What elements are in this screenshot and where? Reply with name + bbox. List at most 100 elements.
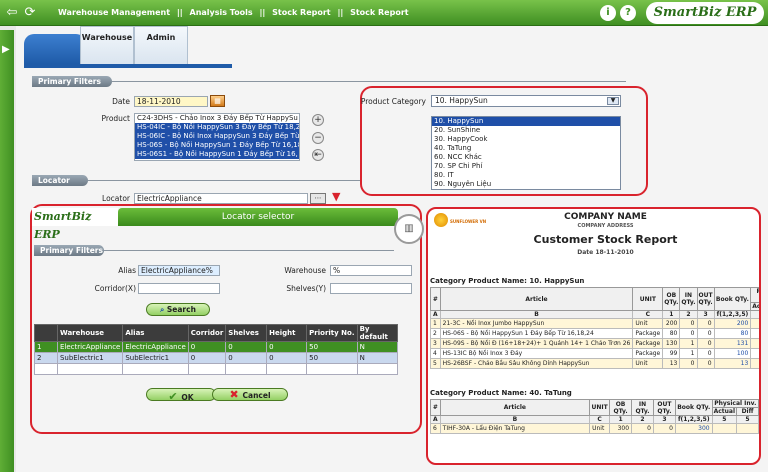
selector-filters-header: Primary Filters [34,245,104,256]
product-label: Product [101,114,130,123]
col-header-corridor[interactable]: Corridor [187,324,227,342]
report-date: Date 18-11-2010 [577,249,634,256]
warehouse-filter-label: Warehouse [284,266,326,275]
alias-input[interactable]: ElectricAppliance% [138,265,220,276]
col-header-alias[interactable]: Alias [122,324,189,342]
list-item[interactable]: 30. HappyCook [432,135,620,144]
company-name: COMPANY NAME [564,212,647,222]
category-heading-2: Category Product Name: 40. TaTung [430,389,572,397]
clear-icon[interactable]: ⇤ [312,149,324,161]
locator-header: Locator [32,175,88,186]
locator-label: Locator [102,194,130,203]
menu-analysis-tools[interactable]: Analysis Tools [190,8,253,17]
shelves-input[interactable] [330,283,412,294]
warehouse-filter-input[interactable]: % [330,265,412,276]
locator-input[interactable]: ElectricAppliance [134,193,308,204]
list-item[interactable]: 20. SunShine [432,126,620,135]
list-item[interactable]: C24-3DHS - Chảo Inox 3 Đáy Bếp Từ HappyS… [135,114,299,123]
list-item[interactable]: 40. TaTung [432,144,620,153]
cell: ElectricAppliance [122,341,189,353]
table-row: 6 TIHF-30A - Lẩu Điện TaTung Unit 300 0 0 300 [430,423,759,434]
list-item[interactable]: HS-04IC - Bộ Nồi HappySun 3 Đáy Bếp Từ 1… [135,123,299,132]
table-row: 5 HS-26BSF - Chảo Bầu Sâu Không Dính Happ… [430,358,759,369]
table-row-empty [34,363,399,375]
table-row: 3 HS-09S - Bộ Nồi Đ (16+18+24)+ 1 Quánh 1… [430,338,759,349]
list-item[interactable]: 90. Nguyên Liệu [432,180,620,189]
cell: N [356,341,399,353]
rp-index-cell: f(1,2,3,5) [713,310,752,319]
product-category-label: Product Category [360,97,426,106]
col-header-height[interactable]: Height [266,324,308,342]
back-icon[interactable]: ⇦ [4,5,20,21]
add-icon[interactable]: + [312,114,324,126]
help-icon[interactable]: ? [620,5,636,21]
col-header-shelves[interactable]: Shelves [225,324,268,342]
table-row: 4 HS-13IC Bộ Nồi Inox 3 Đáy Package 99 1 0 10… [430,348,759,359]
rp-col-header: Physical Inv. [750,287,759,303]
col-header-priority[interactable]: Priority No. [306,324,358,342]
menu-stock-report[interactable]: Stock Report [272,8,331,17]
shelves-label: Shelves(Y) [286,284,326,293]
locator-picker-icon[interactable]: ⋯ [310,193,326,204]
rp-index-cell: 5 [750,310,759,319]
cell: 0 [187,352,227,364]
primary-filters-header: Primary Filters [32,76,112,87]
chevron-down-icon[interactable]: ▼ [607,97,619,105]
cell: 0 [266,352,308,364]
list-item[interactable]: HS-06S - Bộ Nồi HappySun 1 Đáy Bếp Từ 16… [135,141,299,150]
refresh-icon[interactable]: ⟳ [22,5,38,21]
col-header-index [34,324,58,342]
menu-separator: || [259,8,266,17]
close-icon: ✖ [229,388,243,401]
rp-col-header: Book QTy. [713,287,752,311]
table-row[interactable]: 1 ElectricAppliance ElectricAppliance 0 … [34,341,399,353]
product-category-listbox[interactable]: 10. HappySun 20. SunShine 30. HappyCook … [431,116,621,190]
list-item[interactable]: 70. SP Chi Phí [432,162,620,171]
ok-button[interactable]: ✔ OK [146,388,216,403]
search-icon: ⌕ [160,305,167,314]
tab-admin[interactable]: Admin [134,26,188,66]
table-row: 1 21-3C - Nồi Inox Jumbo HappySun Unit 200… [430,318,759,329]
grid-header-row: Warehouse Alias Corridor Shelves Height … [34,324,399,342]
table-row[interactable]: 2 SubElectric1 SubElectric1 0 0 0 50 N [34,352,399,364]
rp-col-header: UNIT [632,287,664,311]
list-item[interactable]: 10. HappySun [432,117,620,126]
sunflower-logo-icon [434,213,448,227]
list-item[interactable]: HS-06IC - Bộ Nồi Inox HappySun 3 Đáy Bếp… [135,132,299,141]
report-table-1: # Article UNIT OB QTy. IN QTy. OUT QTy. … [430,287,759,369]
sidebar-toggle[interactable]: ▶ [0,30,14,472]
section-divider [88,180,360,181]
cell: 0 [266,341,308,353]
product-listbox[interactable]: C24-3DHS - Chảo Inox 3 Đáy Bếp Từ HappyS… [134,113,300,161]
tab-warehouse[interactable]: Warehouse [80,26,134,66]
corridor-label: Corridor(X) [94,284,136,293]
remove-icon[interactable]: − [312,132,324,144]
list-item[interactable]: HS-06S1 - Bộ Nồi HappySun 1 Đáy Bếp Từ 1… [135,150,299,159]
col-header-warehouse[interactable]: Warehouse [56,324,124,342]
arrow-down-icon: ▼ [332,190,341,203]
cell: ElectricAppliance [56,341,124,353]
cancel-button-label: Cancel [242,391,271,400]
rp-index-cell: C [632,310,664,319]
rp-col-header: OUT QTy. [696,287,715,311]
rp-index-cell: A [430,310,441,319]
report-title: Customer Stock Report [533,233,678,246]
info-icon[interactable]: i [600,5,616,21]
chevron-right-icon: ▶ [2,44,10,55]
tab-decoration [24,34,86,64]
cell: SubElectric1 [122,352,189,364]
corridor-input[interactable] [138,283,220,294]
calendar-icon[interactable]: ▦ [210,95,225,107]
check-icon: ✔ [168,390,182,403]
list-item[interactable]: 60. NCC Khác [432,153,620,162]
menu-warehouse-management[interactable]: Warehouse Management [58,8,170,17]
rp-col-header: IN QTy. [679,287,698,311]
locator-selector-title: Locator selector [118,208,398,226]
col-header-by-default[interactable]: By default [356,324,399,342]
menu-stock-report-current[interactable]: Stock Report [350,8,409,17]
list-item[interactable]: 80. IT [432,171,620,180]
cancel-button[interactable]: ✖ Cancel [212,388,288,401]
search-button[interactable]: ⌕ Search [146,303,210,316]
product-category-select[interactable]: 10. HappySun ▼ [431,95,621,107]
date-input[interactable]: 18-11-2010 [134,96,208,107]
